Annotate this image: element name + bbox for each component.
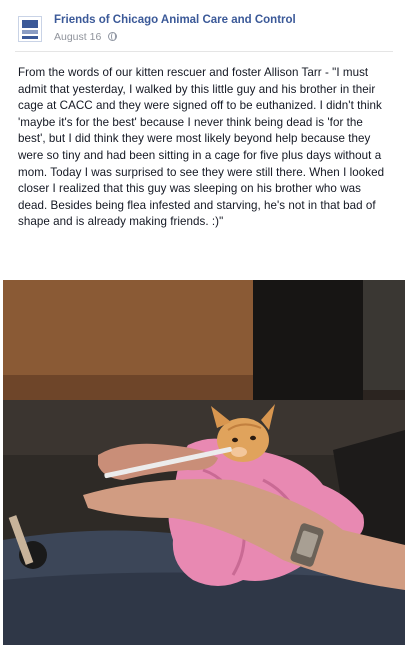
dark-cabinet [253, 280, 363, 415]
avatar-logo-base [22, 36, 38, 39]
page-avatar[interactable] [18, 16, 42, 42]
header-divider [15, 51, 393, 52]
post-photo[interactable] [3, 280, 405, 645]
globe-icon[interactable] [108, 32, 118, 41]
page-name-link[interactable]: Friends of Chicago Animal Care and Contr… [54, 14, 296, 26]
facebook-post: Friends of Chicago Animal Care and Contr… [0, 0, 405, 645]
post-date[interactable]: August 16 [54, 31, 101, 43]
avatar-logo-stripe [22, 30, 38, 34]
avatar-logo-block [22, 20, 38, 28]
post-meta: August 16 [54, 31, 118, 43]
post-header: Friends of Chicago Animal Care and Contr… [18, 14, 388, 50]
kitten-photo-illustration [3, 280, 405, 645]
post-body-text: From the words of our kitten rescuer and… [18, 66, 385, 229]
